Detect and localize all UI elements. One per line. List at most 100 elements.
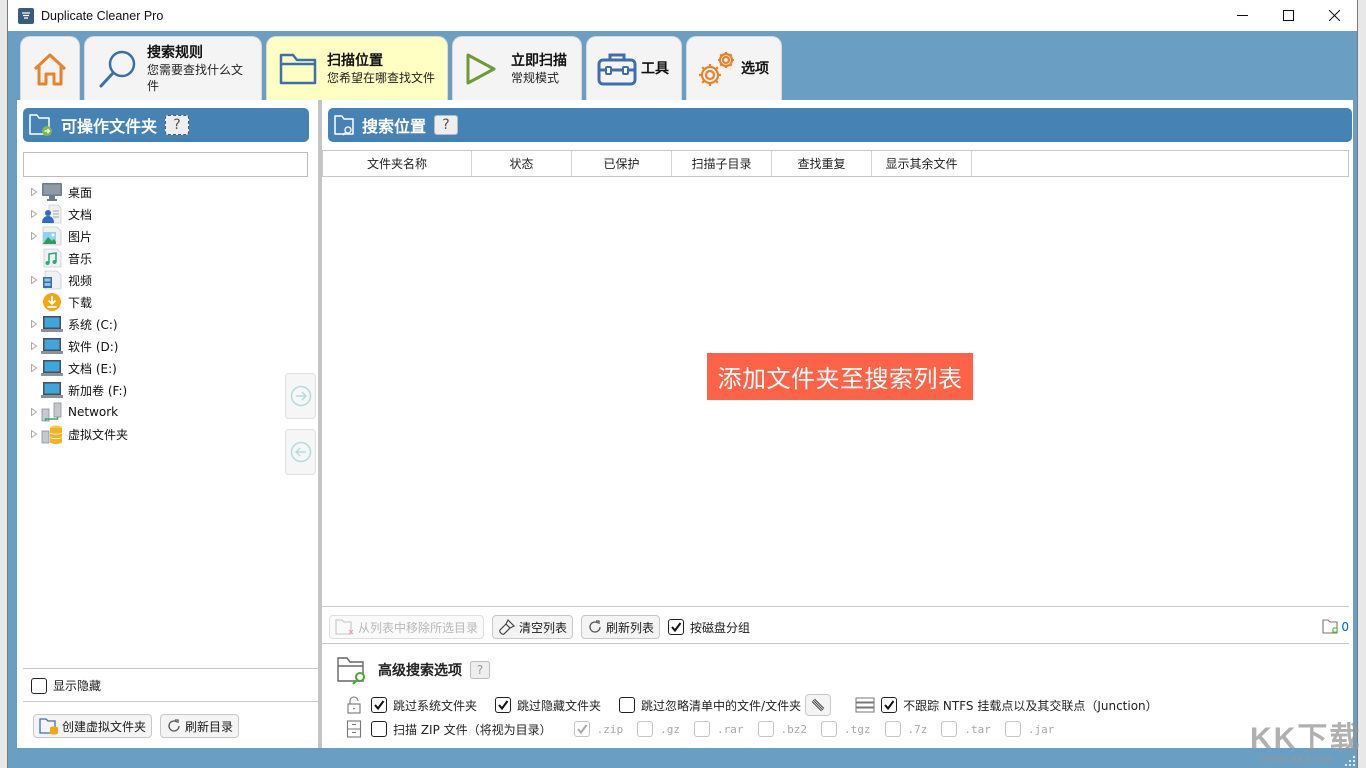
scan-zip-option[interactable]: 扫描 ZIP 文件（将视为目录） bbox=[371, 721, 552, 738]
expand-arrow-icon[interactable] bbox=[29, 187, 39, 197]
ext-label: .zip bbox=[596, 722, 624, 736]
skip-ignore-list-checkbox[interactable] bbox=[619, 697, 636, 713]
ext-gz-option[interactable]: .gz bbox=[637, 721, 680, 737]
remove-from-list-button[interactable] bbox=[285, 429, 316, 475]
expand-arrow-icon[interactable] bbox=[29, 231, 39, 241]
clear-list-button[interactable]: 清空列表 bbox=[492, 615, 574, 639]
ext-label: .tar bbox=[964, 722, 991, 736]
refresh-list-button[interactable]: 刷新列表 bbox=[581, 615, 661, 639]
skip-hidden-folders-option[interactable]: 跳过隐藏文件夹 bbox=[495, 697, 601, 714]
folder-path-input[interactable] bbox=[23, 152, 308, 177]
close-button[interactable] bbox=[1311, 0, 1357, 31]
maximize-button[interactable] bbox=[1265, 0, 1311, 31]
folder-search-icon bbox=[1322, 619, 1339, 634]
skip-system-folders-option[interactable]: 跳过系统文件夹 bbox=[371, 697, 477, 714]
ext-rar-option[interactable]: .rar bbox=[694, 721, 744, 737]
tree-item-documents[interactable]: 文档 bbox=[23, 203, 308, 225]
gears-icon bbox=[697, 49, 737, 89]
ext-tgz-option[interactable]: .tgz bbox=[821, 721, 871, 737]
expand-arrow-icon[interactable] bbox=[29, 319, 39, 329]
group-by-disk-checkbox[interactable] bbox=[668, 619, 685, 635]
ext-tar-option[interactable]: .tar bbox=[941, 721, 991, 737]
help-button[interactable]: ? bbox=[434, 115, 459, 135]
minimize-button[interactable] bbox=[1219, 0, 1265, 31]
ext-7z-checkbox[interactable] bbox=[884, 721, 901, 737]
add-to-list-button[interactable] bbox=[285, 373, 316, 419]
tree-item-drive-e[interactable]: 文档 (E:) bbox=[23, 357, 308, 379]
create-virtual-folder-label: 创建虚拟文件夹 bbox=[62, 719, 147, 734]
ext-tar-checkbox[interactable] bbox=[941, 721, 958, 737]
tree-item-drive-c[interactable]: 系统 (C:) bbox=[23, 313, 308, 335]
column-status[interactable]: 状态 bbox=[472, 151, 572, 176]
expand-arrow-icon[interactable] bbox=[29, 275, 39, 285]
column-protected[interactable]: 已保护 bbox=[572, 151, 672, 176]
advanced-options-title: 高级搜索选项 bbox=[378, 663, 462, 679]
folder-arrow-icon bbox=[29, 113, 53, 137]
tree-item-virtual-folders[interactable]: 虚拟文件夹 bbox=[23, 423, 308, 445]
skip-hidden-folders-checkbox[interactable] bbox=[495, 697, 512, 713]
skip-ignore-list-option[interactable]: 跳过忽略清单中的文件/文件夹 bbox=[619, 697, 801, 714]
remove-selected-button[interactable]: 从列表中移除所选目录 bbox=[329, 615, 485, 639]
group-by-disk-option[interactable]: 按磁盘分组 bbox=[668, 619, 750, 636]
browse-folders-header: 可操作文件夹 ? bbox=[23, 108, 309, 142]
toolbox-icon bbox=[597, 51, 637, 87]
show-hidden-checkbox[interactable] bbox=[31, 677, 47, 694]
advanced-options-header: 高级搜索选项 ? bbox=[336, 655, 490, 685]
ext-gz-checkbox[interactable] bbox=[637, 721, 654, 737]
tab-tools[interactable]: 工具 bbox=[586, 36, 682, 100]
ext-bz2-option[interactable]: .bz2 bbox=[757, 721, 807, 737]
expand-arrow-icon[interactable] bbox=[29, 363, 39, 373]
tab-subtitle: 常规模式 bbox=[511, 70, 560, 85]
resize-grip-icon[interactable] bbox=[1345, 756, 1355, 766]
play-icon bbox=[465, 52, 497, 86]
tree-item-videos[interactable]: 视频 bbox=[23, 269, 308, 291]
no-ntfs-junction-option[interactable]: 不跟踪 NTFS 挂载点以及其交联点（Junction） bbox=[881, 697, 1158, 714]
ext-zip-option[interactable]: .zip bbox=[573, 721, 624, 737]
ext-bz2-checkbox[interactable] bbox=[757, 721, 774, 737]
tab-home[interactable] bbox=[20, 36, 80, 100]
tree-item-drive-f[interactable]: 新加卷 (F:) bbox=[23, 379, 308, 401]
ext-jar-checkbox[interactable] bbox=[1004, 721, 1021, 737]
column-find-duplicates[interactable]: 查找重复 bbox=[772, 151, 872, 176]
tree-item-music[interactable]: 音乐 bbox=[23, 247, 308, 269]
tab-title: 选项 bbox=[741, 60, 769, 77]
tree-item-desktop[interactable]: 桌面 bbox=[23, 181, 308, 203]
watermark-url: www.kkx.net bbox=[1262, 754, 1334, 765]
expand-arrow-icon[interactable] bbox=[29, 407, 39, 417]
column-folder-name[interactable]: 文件夹名称 bbox=[323, 151, 472, 176]
tree-item-pictures[interactable]: 图片 bbox=[23, 225, 308, 247]
column-show-other-files[interactable]: 显示其余文件 bbox=[872, 151, 972, 176]
remove-selected-label: 从列表中移除所选目录 bbox=[358, 620, 479, 635]
expand-arrow-icon[interactable] bbox=[29, 209, 39, 219]
edit-ignore-list-button[interactable] bbox=[805, 694, 832, 716]
ext-7z-option[interactable]: .7z bbox=[884, 721, 927, 737]
help-button[interactable]: ? bbox=[165, 115, 190, 135]
panel-title: 可操作文件夹 bbox=[61, 117, 158, 136]
add-folder-hint[interactable]: 添加文件夹至搜索列表 bbox=[707, 353, 973, 400]
divider bbox=[322, 643, 1349, 644]
tab-title: 工具 bbox=[641, 60, 669, 77]
help-button[interactable]: ? bbox=[470, 661, 490, 679]
expand-arrow-icon[interactable] bbox=[29, 429, 39, 439]
ext-zip-checkbox[interactable] bbox=[573, 721, 590, 737]
scan-zip-checkbox[interactable] bbox=[371, 721, 387, 737]
ext-tgz-checkbox[interactable] bbox=[821, 721, 838, 737]
tree-item-downloads[interactable]: 下载 bbox=[23, 291, 308, 313]
ext-rar-checkbox[interactable] bbox=[694, 721, 711, 737]
tree-label: 桌面 bbox=[68, 185, 93, 200]
create-virtual-folder-button[interactable]: 创建虚拟文件夹 bbox=[33, 714, 153, 738]
show-hidden-option[interactable]: 显示隐藏 bbox=[31, 677, 101, 694]
tree-item-network[interactable]: Network bbox=[23, 401, 308, 423]
refresh-directory-button[interactable]: 刷新目录 bbox=[160, 714, 240, 738]
ext-jar-option[interactable]: .jar bbox=[1004, 721, 1054, 737]
tree-item-drive-d[interactable]: 软件 (D:) bbox=[23, 335, 308, 357]
tab-scan-now[interactable]: 立即扫描 常规模式 bbox=[452, 36, 582, 100]
tab-search-rules[interactable]: 搜索规则 您需要查找什么文件 bbox=[84, 36, 262, 100]
tab-scan-location[interactable]: 扫描位置 您希望在哪查找文件 bbox=[266, 36, 448, 100]
column-scan-subdirs[interactable]: 扫描子目录 bbox=[672, 151, 772, 176]
drive-icon bbox=[41, 314, 63, 334]
skip-system-folders-checkbox[interactable] bbox=[371, 697, 387, 713]
no-ntfs-junction-checkbox[interactable] bbox=[881, 697, 898, 713]
expand-arrow-icon[interactable] bbox=[29, 341, 39, 351]
tab-options[interactable]: 选项 bbox=[686, 36, 782, 100]
